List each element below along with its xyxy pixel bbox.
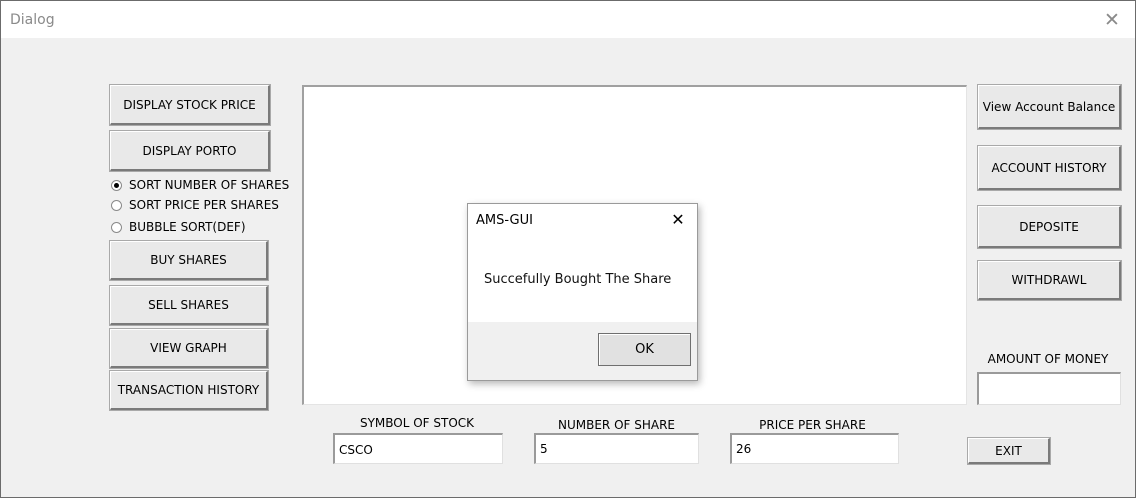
symbol-of-stock-label: SYMBOL OF STOCK	[359, 416, 475, 430]
radio-label: SORT PRICE PER SHARES	[129, 198, 279, 212]
message-box-footer: OK	[468, 322, 697, 380]
message-box-text: Succefully Bought The Share	[484, 272, 672, 287]
message-box-close-icon[interactable]: ✕	[667, 209, 689, 231]
number-of-share-label: NUMBER OF SHARE	[557, 418, 675, 432]
window-title: Dialog	[10, 12, 55, 28]
radio-checked-icon[interactable]	[111, 179, 122, 191]
view-graph-button[interactable]: VIEW GRAPH	[110, 329, 268, 368]
radio-label: SORT NUMBER OF SHARES	[129, 178, 290, 192]
transaction-history-button[interactable]: TRANSACTION HISTORY	[110, 371, 268, 410]
withdrawl-button[interactable]: WITHDRAWL	[978, 261, 1121, 300]
exit-button[interactable]: EXIT	[968, 438, 1050, 464]
sell-shares-button[interactable]: SELL SHARES	[110, 286, 268, 325]
ok-button[interactable]: OK	[598, 333, 691, 366]
amount-of-money-input[interactable]	[977, 372, 1121, 405]
radio-unchecked-icon[interactable]	[111, 199, 122, 211]
deposite-button[interactable]: DEPOSITE	[978, 206, 1121, 248]
view-account-balance-button[interactable]: View Account Balance	[978, 85, 1121, 129]
title-bar: Dialog ✕	[1, 1, 1135, 38]
radio-bubble-sort[interactable]: BUBBLE SORT(DEF)	[111, 219, 246, 235]
window-close-icon[interactable]: ✕	[1099, 7, 1125, 33]
dialog-window: Dialog ✕ DISPLAY STOCK PRICE DISPLAY POR…	[0, 0, 1136, 498]
radio-label: BUBBLE SORT(DEF)	[129, 220, 246, 234]
buy-shares-button[interactable]: BUY SHARES	[110, 241, 268, 280]
symbol-of-stock-input[interactable]	[333, 433, 503, 464]
display-porto-button[interactable]: DISPLAY PORTO	[110, 131, 270, 171]
message-box: AMS-GUI ✕ Succefully Bought The Share OK	[467, 203, 698, 381]
display-stock-price-button[interactable]: DISPLAY STOCK PRICE	[110, 85, 270, 125]
message-box-title: AMS-GUI	[476, 213, 533, 228]
radio-unchecked-icon[interactable]	[111, 221, 122, 233]
price-per-share-input[interactable]	[730, 433, 899, 464]
number-of-share-input[interactable]	[534, 433, 699, 464]
radio-sort-price-per-shares[interactable]: SORT PRICE PER SHARES	[111, 197, 279, 213]
amount-of-money-label: AMOUNT OF MONEY	[987, 352, 1109, 366]
account-history-button[interactable]: ACCOUNT HISTORY	[978, 146, 1121, 190]
price-per-share-label: PRICE PER SHARE	[759, 418, 866, 432]
radio-sort-number-of-shares[interactable]: SORT NUMBER OF SHARES	[111, 177, 289, 193]
